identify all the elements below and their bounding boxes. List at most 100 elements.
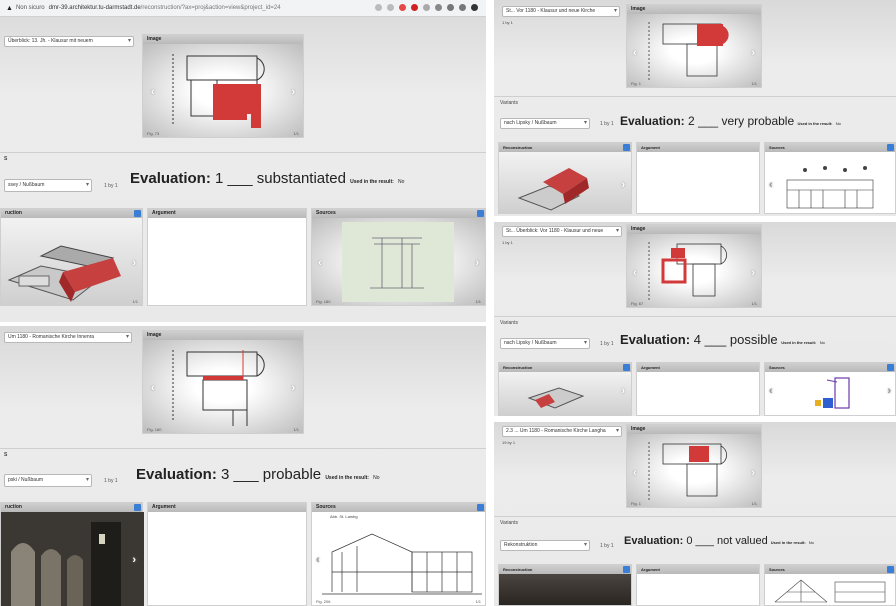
source-caption: Abb. St. Lambg [330,514,358,519]
figure-label: Fig. 180 [147,427,162,432]
prev-arrow-icon[interactable]: ‹ [633,267,637,279]
expand-icon[interactable] [887,364,894,371]
sources-viewer[interactable]: ‹ › Fig. 180 1/1 [312,218,485,305]
next-arrow-icon[interactable]: › [132,554,136,566]
expand-icon[interactable] [477,210,484,217]
prev-arrow-icon[interactable]: ‹ [151,382,155,394]
used-label: Used in the result: [350,179,394,185]
prev-arrow-icon[interactable]: ‹ [316,554,320,566]
image-viewer[interactable]: ‹ › Fig. 73 1/1 [143,44,303,137]
next-arrow-icon[interactable]: › [751,467,755,479]
profile-avatar[interactable] [471,4,478,11]
pagination-label: 1 by 1 [104,478,118,484]
next-arrow-icon[interactable]: › [621,179,625,191]
variant-select[interactable]: Rekonstruktion [500,540,590,551]
reconstruction-viewer[interactable]: › [1,512,144,606]
reconstruction-viewer[interactable]: › [499,152,631,213]
browser-address-bar[interactable]: ▲ Non sicuro dmr-39.architektur.tu-darms… [0,0,486,17]
next-arrow-icon[interactable]: › [751,267,755,279]
extension-icon[interactable] [399,4,406,11]
next-arrow-icon[interactable]: › [887,385,891,397]
variants-label: Variants [500,520,518,526]
prev-arrow-icon[interactable]: ‹ [769,179,773,191]
expand-icon[interactable] [134,210,141,217]
image-viewer[interactable]: ‹ › Fig. 67 1/1 [627,234,761,307]
sources-viewer[interactable] [765,574,895,605]
reconstruction-box: ruction › [0,502,144,606]
expand-icon[interactable] [134,504,141,511]
section-divider [494,96,896,97]
reconstruction-header: Reconstruction [499,363,631,372]
phase-select[interactable]: Überblick: 13. Jh. - Klausur mit neuem [4,36,134,47]
expand-icon[interactable] [477,504,484,511]
expand-icon[interactable] [887,566,894,573]
prev-arrow-icon[interactable]: ‹ [769,385,773,397]
used-label: Used in the result: [770,540,806,545]
right-bottom-pane: 2.3 ... Um 1180 - Romanische Kirche Lang… [494,422,896,606]
image-viewer[interactable]: ‹ › Fig. 1 1/1 [627,14,761,87]
used-value: No [373,475,380,481]
floor-plan-image [172,54,265,128]
extension-icon[interactable] [435,4,442,11]
section-label: S [4,452,8,458]
phase-select[interactable]: 2.3 ... Um 1180 - Romanische Kirche Lang… [502,426,622,437]
reconstruction-viewer[interactable]: › [499,372,631,415]
sources-viewer[interactable]: ‹ › [765,372,895,415]
reconstruction-header: ruction [1,503,142,512]
sources-viewer[interactable]: ‹ [765,152,895,213]
variant-select[interactable]: nach Lipsky / Nußbaum [500,118,590,129]
evaluation-blank: ___ [704,332,727,347]
prev-arrow-icon[interactable]: ‹ [151,86,155,98]
info-icon[interactable]: ▲ [6,5,13,12]
next-arrow-icon[interactable]: › [291,382,295,394]
next-arrow-icon[interactable]: › [291,86,295,98]
used-label: Used in the result: [325,475,369,481]
phase-select[interactable]: St... Überblick: Vor 1180 - Klausur und … [502,226,622,237]
prev-arrow-icon[interactable]: ‹ [633,467,637,479]
reconstruction-header: ruction [1,209,142,218]
figure-counter: 1/1 [751,301,757,306]
evaluation-blank: ___ [695,535,714,547]
sources-viewer[interactable]: Abb. St. Lambg ‹ Fig. 206 1/1 [312,512,485,605]
evaluation-blank: ___ [227,170,253,187]
3d-model-image [527,387,585,409]
evaluation-blank: ___ [698,114,719,128]
window-icon[interactable] [459,4,466,11]
prev-arrow-icon[interactable]: ‹ [318,257,322,269]
image-viewer[interactable]: ‹ › Fig. 180 1/1 [143,340,303,433]
next-arrow-icon[interactable]: › [621,385,625,397]
next-arrow-icon[interactable]: › [475,257,479,269]
image-viewer[interactable]: ‹ › Fig. 1 1/1 [627,434,761,507]
pagination-label: 1 by 1 [502,240,513,245]
image-box-header: Image [143,331,303,340]
expand-icon[interactable] [623,144,630,151]
image-box-header: Image [627,5,761,14]
figure-counter: 1/1 [475,599,481,604]
share-icon[interactable] [375,4,382,11]
figure-counter: 1/1 [132,299,138,304]
evaluation-text: possible [729,332,778,347]
phase-select[interactable]: Um 1180 - Romanische Kirche Innenra [4,332,132,343]
next-arrow-icon[interactable]: › [751,47,755,59]
right-top-pane: St... Vor 1180 - Klausur und neue Kirche… [494,0,896,216]
expand-icon[interactable] [623,364,630,371]
variant-select[interactable]: nach Lipsky / Nußbaum [500,338,590,349]
figure-label: Fig. 73 [147,131,160,136]
phase-select[interactable]: St... Vor 1180 - Klausur und neue Kirche [502,6,620,17]
variant-select[interactable]: ssey / Nußbaum [4,179,92,192]
expand-icon[interactable] [623,566,630,573]
bookmark-icon[interactable] [447,4,454,11]
left-top-pane: ▲ Non sicuro dmr-39.architektur.tu-darms… [0,0,486,322]
url-text[interactable]: dmr-39.architektur.tu-darmstadt.de/recon… [49,5,281,11]
expand-icon[interactable] [887,144,894,151]
opera-icon[interactable] [411,4,418,11]
star-icon[interactable] [387,4,394,11]
image-box: Image ‹ › Fig. 67 1/1 [626,224,762,308]
next-arrow-icon[interactable]: › [132,257,136,269]
sources-header: Sources [312,503,485,512]
prev-arrow-icon[interactable]: ‹ [633,47,637,59]
extension-icon[interactable] [423,4,430,11]
reconstruction-viewer[interactable] [499,574,631,605]
reconstruction-viewer[interactable]: › 1/1 [1,218,142,305]
variant-select[interactable]: pski / Nußbaum [4,474,92,487]
